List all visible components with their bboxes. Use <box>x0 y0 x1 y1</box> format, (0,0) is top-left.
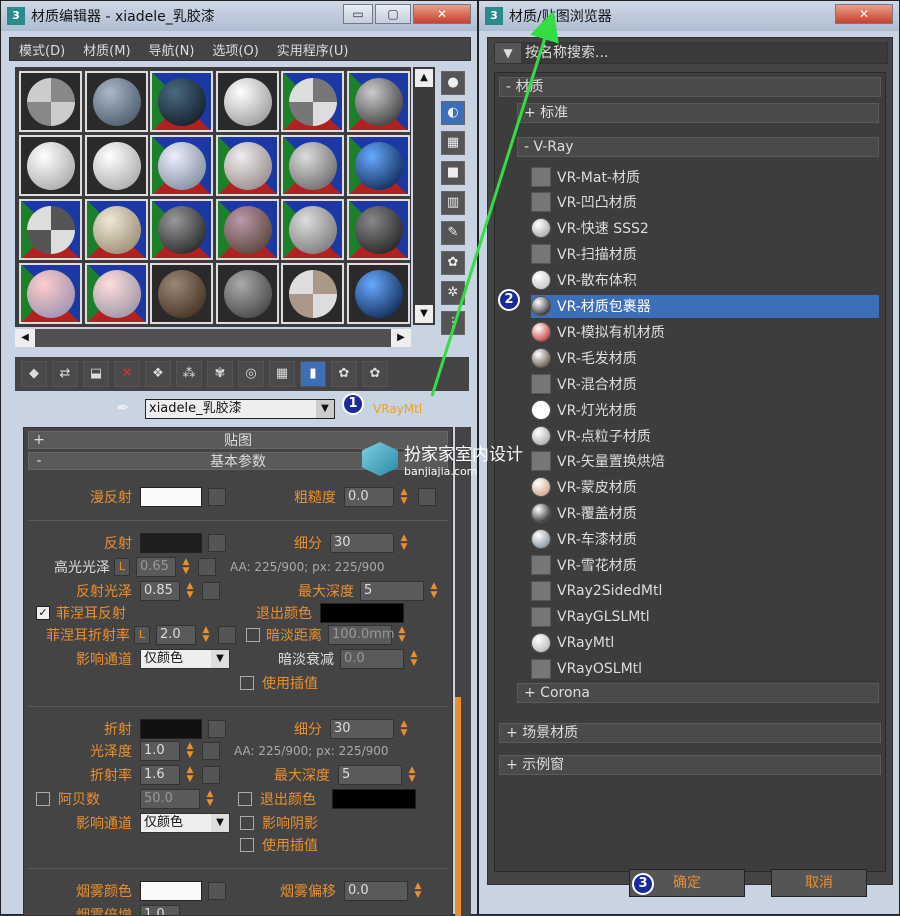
watermark: 扮家家室内设计 banjiajia.com <box>362 440 523 478</box>
arrow-line <box>430 10 559 397</box>
watermark-logo <box>362 442 398 476</box>
watermark-line1: 扮家家室内设计 <box>404 445 523 465</box>
watermark-line2: banjiajia.com <box>404 465 478 478</box>
